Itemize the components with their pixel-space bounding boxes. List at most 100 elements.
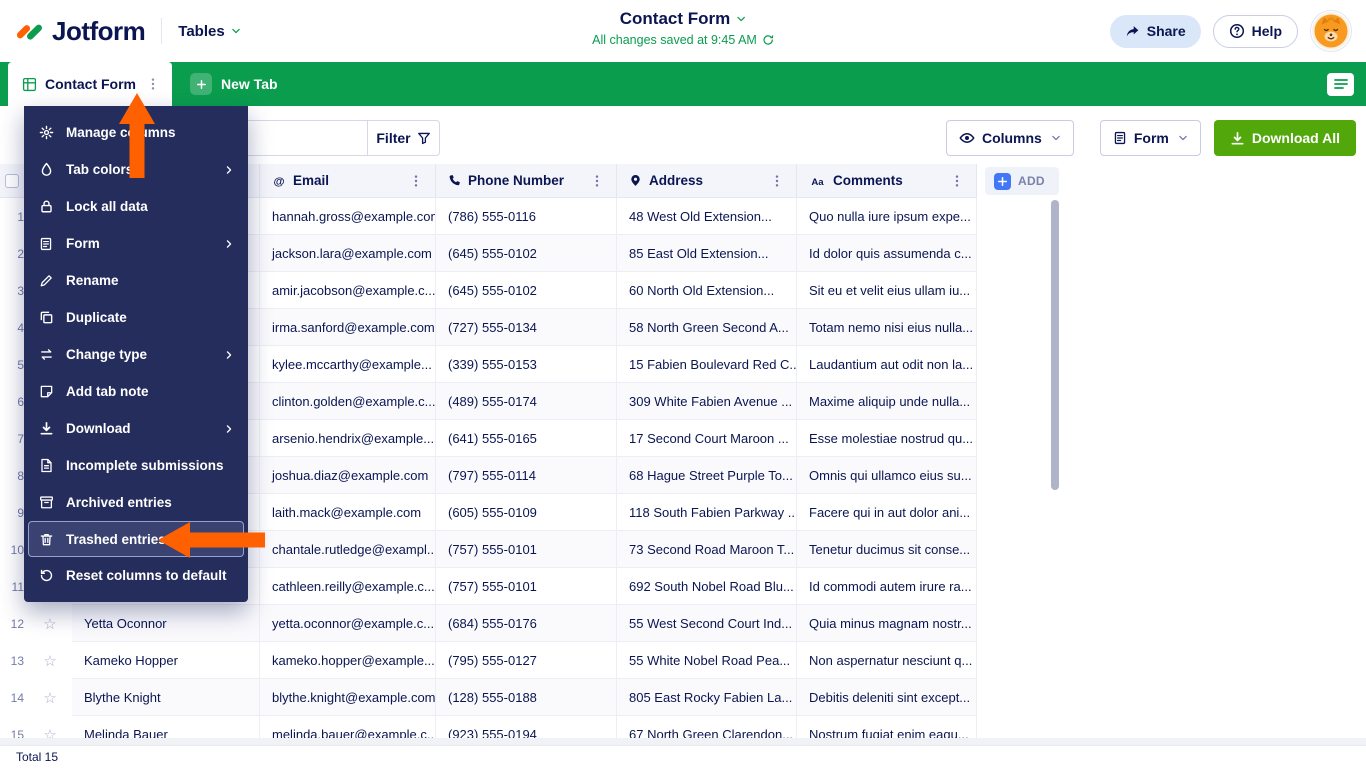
cell-email[interactable]: blythe.knight@example.com [260,679,436,716]
cell-address[interactable]: 17 Second Court Maroon ... [617,420,797,457]
cell-email[interactable]: kameko.hopper@example... [260,642,436,679]
cell-phone[interactable]: (645) 555-0102 [436,272,617,309]
cell-phone[interactable]: (786) 555-0116 [436,198,617,235]
menu-item-change-type[interactable]: Change type [24,336,248,373]
cell-comments[interactable]: Debitis deleniti sint except... [797,679,977,716]
cell-address[interactable]: 15 Fabien Boulevard Red C... [617,346,797,383]
cell-address[interactable]: 309 White Fabien Avenue ... [617,383,797,420]
filter-button[interactable]: Filter [367,121,439,155]
menu-item-manage-columns[interactable]: Manage columns [24,114,248,151]
cell-email[interactable]: arsenio.hendrix@example... [260,420,436,457]
menu-item-tab-colors[interactable]: Tab colors [24,151,248,188]
cell-email[interactable]: jackson.lara@example.com [260,235,436,272]
cell-phone[interactable]: (339) 555-0153 [436,346,617,383]
cell-phone[interactable]: (489) 555-0174 [436,383,617,420]
cell-comments[interactable]: Facere qui in aut dolor ani... [797,494,977,531]
cell-phone[interactable]: (641) 555-0165 [436,420,617,457]
tab-contact-form[interactable]: Contact Form [8,62,172,106]
help-button[interactable]: Help [1212,14,1298,48]
select-all-checkbox[interactable] [5,173,19,188]
cell-comments[interactable]: Id commodi autem irure ra... [797,568,977,605]
cell-name[interactable]: Yetta Oconnor [72,605,260,642]
column-menu-kebab-icon[interactable] [950,174,964,188]
cell-address[interactable]: 73 Second Road Maroon T... [617,531,797,568]
cell-phone[interactable]: (727) 555-0134 [436,309,617,346]
columns-button[interactable]: Columns [945,120,1074,156]
cell-email[interactable]: chantale.rutledge@exampl... [260,531,436,568]
tables-menu-button[interactable]: Tables [178,23,240,40]
favorite-star-icon[interactable]: ☆ [28,679,72,716]
column-menu-kebab-icon[interactable] [409,174,423,188]
cell-email[interactable]: irma.sanford@example.com [260,309,436,346]
menu-item-form[interactable]: Form [24,225,248,262]
cell-email[interactable]: amir.jacobson@example.c... [260,272,436,309]
cell-phone[interactable]: (757) 555-0101 [436,568,617,605]
cell-comments[interactable]: Quia minus magnam nostr... [797,605,977,642]
cell-comments[interactable]: Tenetur ducimus sit conse... [797,531,977,568]
table-header-email[interactable]: @ Email [260,164,436,198]
cell-email[interactable]: joshua.diaz@example.com [260,457,436,494]
cell-phone[interactable]: (128) 555-0188 [436,679,617,716]
cell-comments[interactable]: Totam nemo nisi eius nulla... [797,309,977,346]
cell-email[interactable]: laith.mack@example.com [260,494,436,531]
table-header-address[interactable]: Address [617,164,797,198]
cell-address[interactable]: 118 South Fabien Parkway ... [617,494,797,531]
column-menu-kebab-icon[interactable] [770,174,784,188]
cell-name[interactable]: Kameko Hopper [72,642,260,679]
cell-phone[interactable]: (797) 555-0114 [436,457,617,494]
cell-comments[interactable]: Non aspernatur nesciunt q... [797,642,977,679]
column-menu-kebab-icon[interactable] [590,174,604,188]
cell-comments[interactable]: Esse molestiae nostrud qu... [797,420,977,457]
cell-phone[interactable]: (795) 555-0127 [436,642,617,679]
menu-item-incomplete-submissions[interactable]: Incomplete submissions [24,447,248,484]
menu-item-archived-entries[interactable]: Archived entries [24,484,248,521]
menu-item-trashed-entries[interactable]: Trashed entries [28,521,244,557]
menu-item-download[interactable]: Download [24,410,248,447]
cell-name[interactable]: Blythe Knight [72,679,260,716]
cell-address[interactable]: 692 South Nobel Road Blu... [617,568,797,605]
tabs-list-button[interactable] [1327,72,1354,96]
menu-item-duplicate[interactable]: Duplicate [24,299,248,336]
cell-address[interactable]: 55 West Second Court Ind... [617,605,797,642]
form-button[interactable]: Form [1099,120,1201,156]
cell-phone[interactable]: (757) 555-0101 [436,531,617,568]
vertical-scrollbar[interactable] [1051,200,1059,490]
cell-email[interactable]: hannah.gross@example.com [260,198,436,235]
share-button[interactable]: Share [1109,14,1201,48]
add-column-button[interactable]: ADD [985,167,1059,195]
jotform-logo[interactable]: Jotform [14,16,146,47]
cell-comments[interactable]: Maxime aliquip unde nulla... [797,383,977,420]
cell-comments[interactable]: Sit eu et velit eius ullam iu... [797,272,977,309]
menu-item-rename[interactable]: Rename [24,262,248,299]
cell-address[interactable]: 58 North Green Second A... [617,309,797,346]
avatar[interactable] [1310,10,1352,52]
cell-email[interactable]: kylee.mccarthy@example... [260,346,436,383]
cell-email[interactable]: yetta.oconnor@example.c... [260,605,436,642]
favorite-star-icon[interactable]: ☆ [28,642,72,679]
cell-address[interactable]: 68 Hague Street Purple To... [617,457,797,494]
cell-comments[interactable]: Omnis qui ullamco eius su... [797,457,977,494]
horizontal-scrollbar[interactable] [0,738,1366,745]
cell-phone[interactable]: (605) 555-0109 [436,494,617,531]
tab-menu-trigger-kebab-icon[interactable] [144,75,162,93]
cell-comments[interactable]: Id dolor quis assumenda c... [797,235,977,272]
cell-address[interactable]: 805 East Rocky Fabien La... [617,679,797,716]
table-header-phone[interactable]: Phone Number [436,164,617,198]
cell-address[interactable]: 48 West Old Extension... [617,198,797,235]
menu-item-reset-columns-to-default[interactable]: Reset columns to default [24,557,248,594]
menu-item-lock-all-data[interactable]: Lock all data [24,188,248,225]
table-header-comments[interactable]: Aa Comments [797,164,977,198]
cell-address[interactable]: 60 North Old Extension... [617,272,797,309]
cell-email[interactable]: cathleen.reilly@example.c... [260,568,436,605]
favorite-star-icon[interactable]: ☆ [28,605,72,642]
download-all-button[interactable]: Download All [1213,120,1356,156]
new-tab-button[interactable]: New Tab [190,73,278,95]
cell-address[interactable]: 85 East Old Extension... [617,235,797,272]
cell-comments[interactable]: Laudantium aut odit non la... [797,346,977,383]
cell-address[interactable]: 55 White Nobel Road Pea... [617,642,797,679]
form-title-button[interactable]: Contact Form [592,9,774,29]
cell-comments[interactable]: Quo nulla iure ipsum expe... [797,198,977,235]
menu-item-add-tab-note[interactable]: Add tab note [24,373,248,410]
cell-phone[interactable]: (645) 555-0102 [436,235,617,272]
cell-phone[interactable]: (684) 555-0176 [436,605,617,642]
